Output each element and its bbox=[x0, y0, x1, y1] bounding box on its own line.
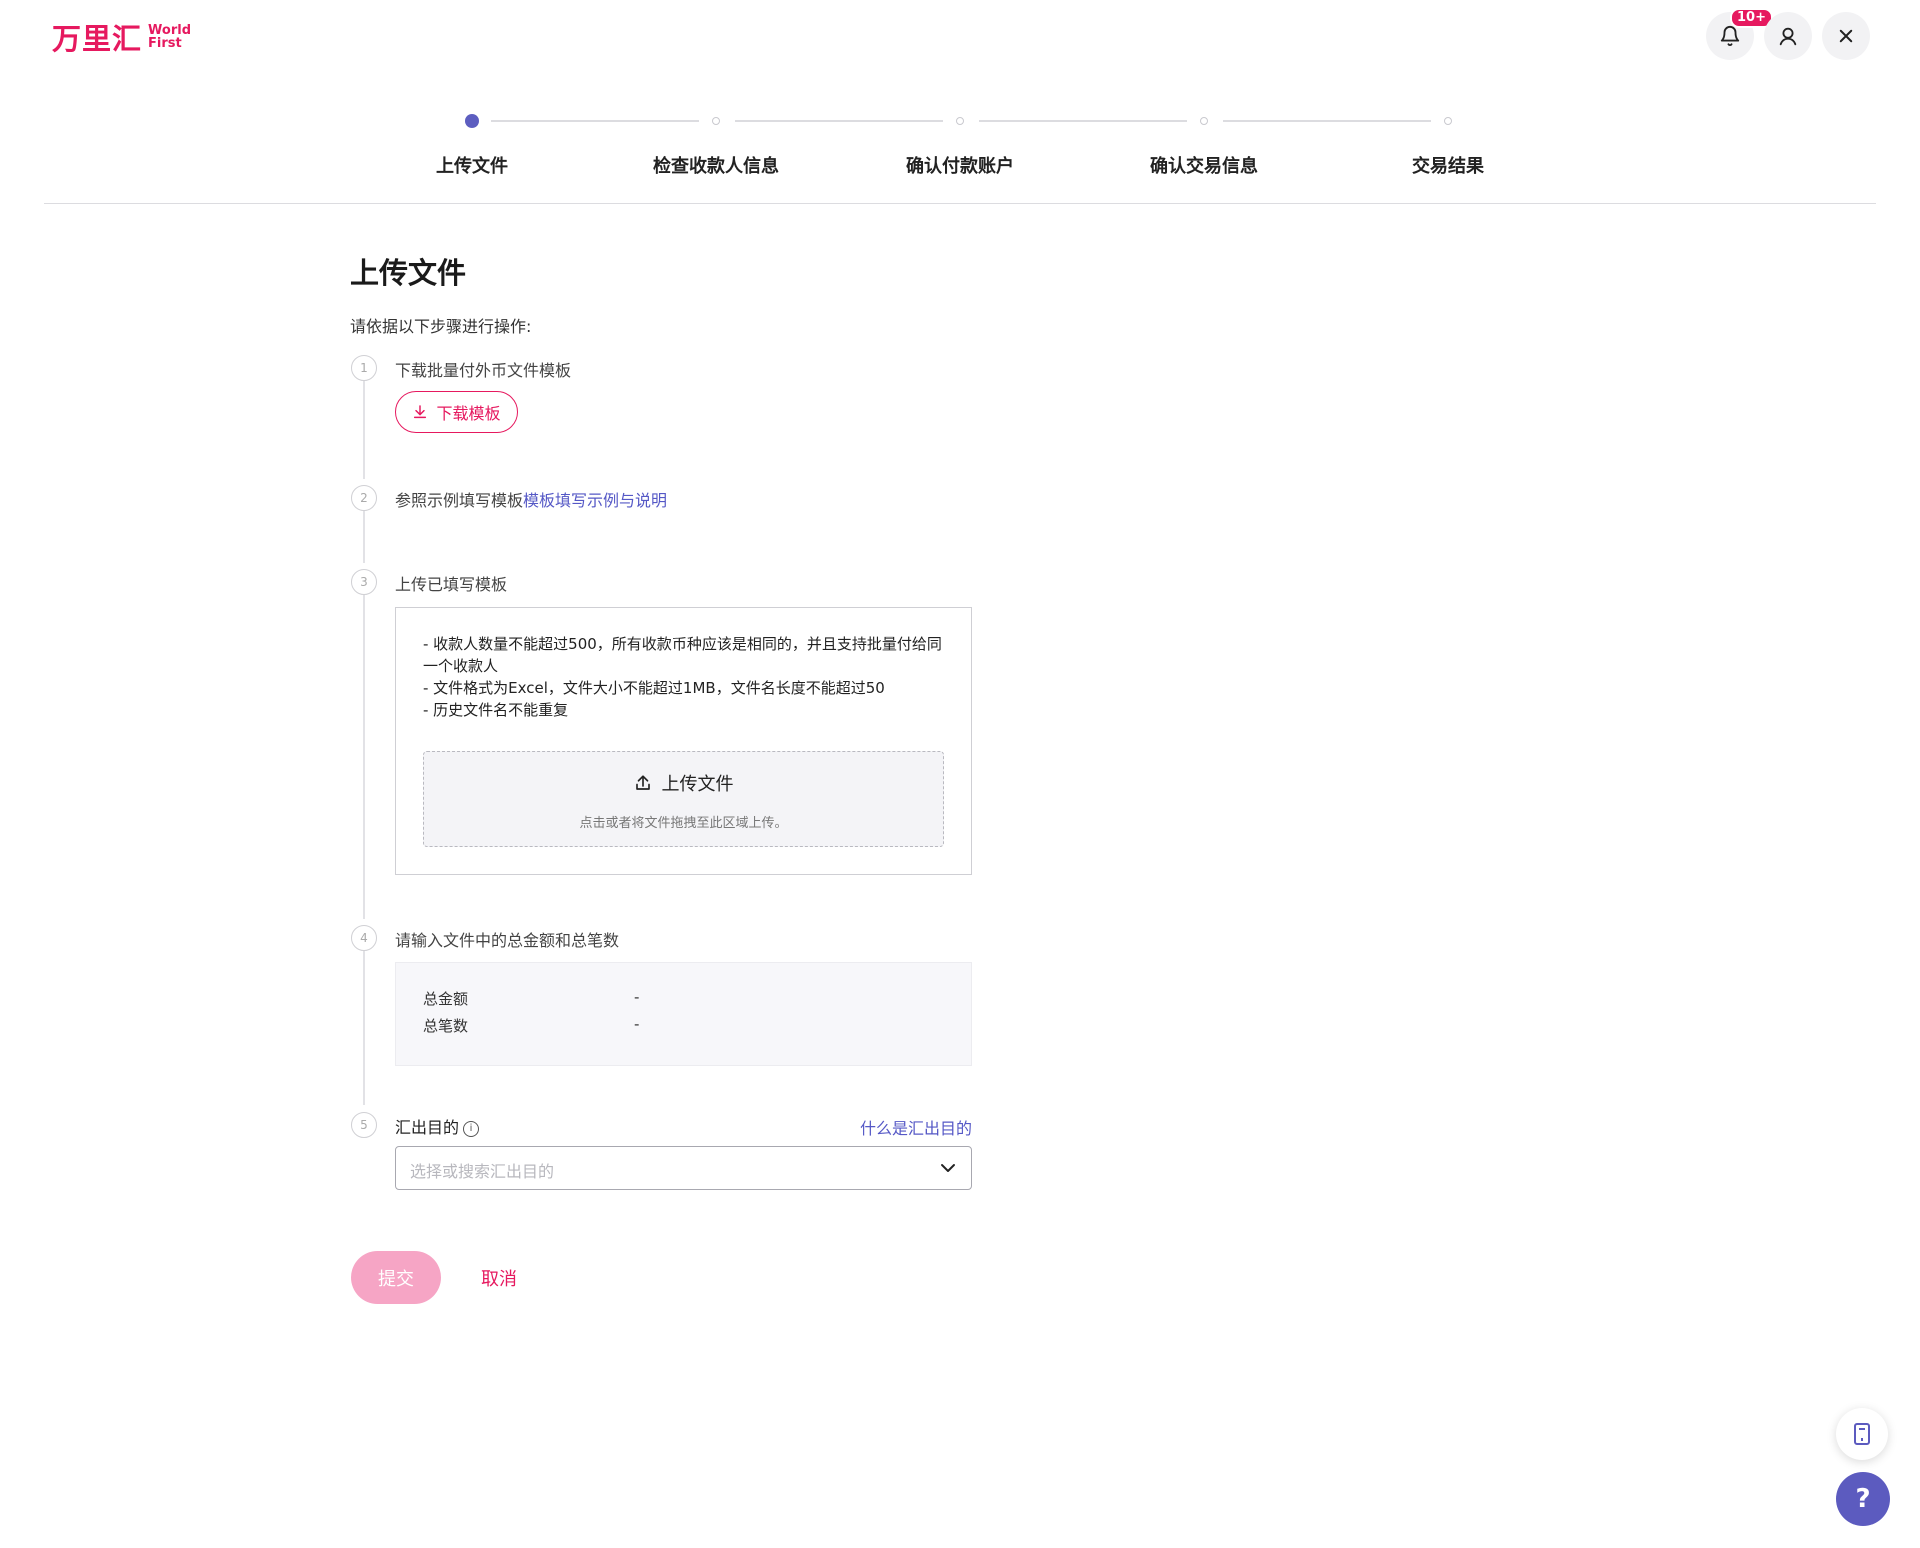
step-number-3: 3 bbox=[351, 569, 377, 595]
step-dot bbox=[956, 117, 964, 125]
select-placeholder: 选择或搜索汇出目的 bbox=[410, 1162, 555, 1181]
step-label-confirm-account: 确认付款账户 bbox=[906, 156, 1014, 177]
dropzone-title-label: 上传文件 bbox=[661, 774, 734, 795]
close-button[interactable] bbox=[1822, 12, 1870, 60]
step-number-1: 1 bbox=[351, 355, 377, 381]
step2-row: 参照示例填写模板模板填写示例与说明 bbox=[395, 487, 667, 511]
total-count-label: 总笔数 bbox=[423, 1017, 469, 1035]
total-amount-value[interactable]: - bbox=[634, 988, 639, 1006]
close-icon bbox=[1839, 29, 1853, 43]
header-actions: 10+ bbox=[1706, 8, 1870, 60]
calculator-float-button[interactable] bbox=[1836, 1408, 1888, 1460]
chevron-down-icon bbox=[941, 1164, 955, 1172]
notifications-button[interactable]: 10+ bbox=[1706, 8, 1773, 60]
brand-logo[interactable]: 万里汇 World First bbox=[52, 16, 191, 58]
step5-row: 汇出目的 i bbox=[395, 1114, 480, 1138]
brand-name-en-line2: First bbox=[148, 36, 182, 51]
upload-rules: - 收款人数量不能超过500，所有收款币种应该是相同的，并且支持批量付给同一个收… bbox=[423, 633, 943, 721]
header-divider bbox=[44, 203, 1876, 204]
brand-name-cn: 万里汇 bbox=[52, 22, 143, 56]
total-amount-label: 总金额 bbox=[423, 990, 469, 1008]
step-label-upload: 上传文件 bbox=[436, 156, 508, 177]
bell-icon bbox=[1720, 26, 1740, 47]
step-label-check-payee: 检查收款人信息 bbox=[653, 156, 779, 177]
timeline-line bbox=[363, 595, 365, 919]
user-icon bbox=[1779, 27, 1797, 46]
step4-label: 请输入文件中的总金额和总笔数 bbox=[395, 931, 620, 950]
brand-name-en: World First bbox=[148, 24, 191, 50]
totals-panel: 总金额 - 总笔数 - bbox=[395, 962, 972, 1066]
stepper-connector bbox=[979, 120, 1187, 122]
upload-rule: - 文件格式为Excel，文件大小不能超过1MB，文件名长度不能超过50 bbox=[423, 679, 885, 697]
total-count-value[interactable]: - bbox=[634, 1015, 639, 1033]
submit-button[interactable]: 提交 bbox=[351, 1251, 441, 1304]
stepper-connector bbox=[735, 120, 943, 122]
step-dot bbox=[1200, 117, 1208, 125]
step-number-2: 2 bbox=[351, 485, 377, 511]
dropzone-hint: 点击或者将文件拖拽至此区域上传。 bbox=[579, 816, 788, 831]
step-number-5: 5 bbox=[351, 1112, 377, 1138]
upload-rule: - 收款人数量不能超过500，所有收款币种应该是相同的，并且支持批量付给同一个收… bbox=[423, 635, 942, 675]
step5-label: 汇出目的 bbox=[395, 1118, 460, 1137]
timeline-line bbox=[363, 381, 365, 479]
step-number-4: 4 bbox=[351, 925, 377, 951]
calculator-icon bbox=[1854, 1423, 1870, 1445]
step-label-result: 交易结果 bbox=[1412, 156, 1484, 177]
upload-icon bbox=[635, 775, 650, 790]
upload-panel: - 收款人数量不能超过500，所有收款币种应该是相同的，并且支持批量付给同一个收… bbox=[395, 607, 972, 875]
remittance-purpose-help-link[interactable]: 什么是汇出目的 bbox=[860, 1115, 972, 1139]
info-icon[interactable]: i bbox=[463, 1120, 480, 1137]
page-title: 上传文件 bbox=[350, 256, 467, 290]
step1-label: 下载批量付外币文件模板 bbox=[395, 361, 572, 380]
upload-rule: - 历史文件名不能重复 bbox=[423, 701, 569, 719]
instructions-intro: 请依据以下步骤进行操作: bbox=[350, 317, 532, 336]
download-icon bbox=[414, 405, 427, 419]
template-guide-link[interactable]: 模板填写示例与说明 bbox=[523, 491, 667, 510]
help-button[interactable]: ? bbox=[1836, 1472, 1890, 1526]
step3-label: 上传已填写模板 bbox=[395, 575, 508, 594]
stepper-connector bbox=[1223, 120, 1431, 122]
timeline-line bbox=[363, 951, 365, 1105]
cancel-button[interactable]: 取消 bbox=[481, 1265, 517, 1291]
progress-stepper: 上传文件 检查收款人信息 确认付款账户 确认交易信息 交易结果 bbox=[0, 112, 1920, 182]
download-template-label: 下载模板 bbox=[436, 404, 501, 423]
step-dot bbox=[1444, 117, 1452, 125]
stepper-connector bbox=[491, 120, 699, 122]
file-dropzone[interactable]: 上传文件 点击或者将文件拖拽至此区域上传。 bbox=[423, 751, 944, 847]
remittance-purpose-select[interactable]: 选择或搜索汇出目的 bbox=[395, 1146, 972, 1190]
dropzone-title: 上传文件 bbox=[424, 770, 943, 796]
step-dot bbox=[712, 117, 720, 125]
step2-label: 参照示例填写模板 bbox=[395, 491, 524, 510]
download-template-button[interactable]: 下载模板 bbox=[395, 391, 518, 433]
user-button[interactable] bbox=[1764, 12, 1812, 60]
step-label-confirm-transaction: 确认交易信息 bbox=[1150, 156, 1258, 177]
timeline-line bbox=[363, 511, 365, 563]
step-dot-active bbox=[465, 114, 479, 128]
